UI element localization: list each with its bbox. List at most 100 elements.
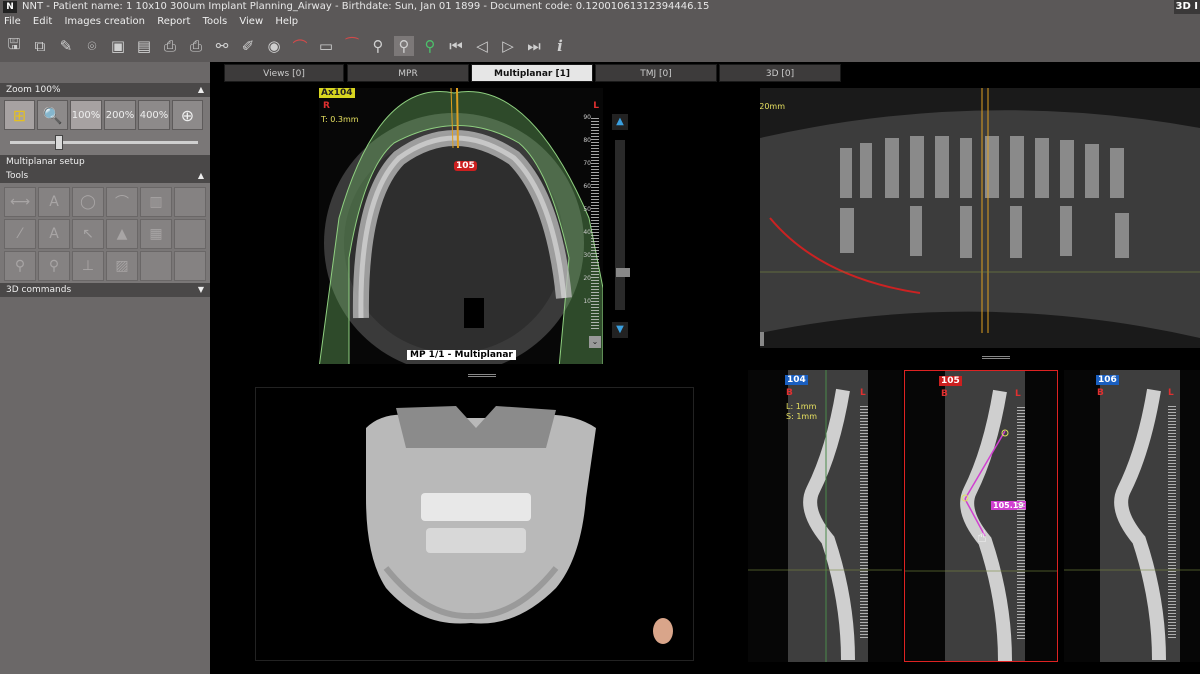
pano-prev-button[interactable]: ◀ (760, 332, 764, 346)
splitter-handle[interactable] (982, 356, 1010, 359)
cs-badge-104[interactable]: 104 (785, 375, 808, 385)
save-as-icon[interactable]: ⧉ (30, 36, 50, 56)
pin-tool-icon[interactable]: ⊥ (72, 251, 104, 281)
profile-tool-icon[interactable]: ▦ (140, 219, 172, 249)
menu-bar: File Edit Images creation Report Tools V… (0, 14, 1200, 30)
view-tabs: Views [0] MPR Multiplanar [1] TMJ [0] 3D… (210, 62, 1200, 82)
menu-file[interactable]: File (4, 16, 21, 27)
camera-icon[interactable]: ⌾ (82, 36, 102, 56)
save-icon[interactable]: 🖫 (4, 35, 24, 56)
axial-slice-badge[interactable]: 105 (454, 161, 477, 171)
implant-icon[interactable]: ⚲ (368, 36, 388, 56)
density-tool-icon[interactable]: ▥ (140, 187, 172, 217)
zoom-slider-thumb[interactable] (55, 135, 63, 150)
3d-render-view[interactable] (255, 387, 694, 661)
axial-slice-tag: Ax104 (319, 88, 355, 98)
ruler-icon[interactable]: ▭ (316, 36, 336, 56)
tools-icon[interactable]: ✎ (56, 36, 76, 56)
print-preview-icon[interactable]: ⎙ (160, 36, 180, 56)
panoramic-ct-image (760, 88, 1200, 348)
tools-header-label: Tools (6, 171, 29, 181)
curve-icon[interactable]: ⌒ (290, 36, 310, 56)
zoom-slider[interactable] (0, 131, 210, 155)
measure-distance-icon[interactable]: ⟷ (4, 187, 36, 217)
line-tool-icon[interactable]: ⁄ (4, 219, 36, 249)
expand-arrow-icon[interactable]: ▼ (198, 283, 204, 297)
slice-scrollbar-track[interactable] (615, 140, 630, 310)
tab-3d[interactable]: 3D [0] (719, 64, 841, 82)
curve-tool-icon[interactable]: ⌒ (106, 187, 138, 217)
last-frame-icon[interactable]: ⏭ (524, 36, 544, 56)
pointer-tool-icon[interactable]: ↖ (72, 219, 104, 249)
axial-view[interactable]: Ax104 R L T: 0.3mm 105 90 80 70 60 50 40… (319, 88, 603, 364)
fit-to-window-button[interactable]: ⊞ (4, 100, 35, 130)
collapse-arrow-icon[interactable]: ▲ (198, 169, 204, 183)
report-icon[interactable]: ▤ (134, 36, 154, 56)
cross-section-104[interactable]: 104 B L L: 1mm S: 1mm (748, 370, 902, 662)
zoom-section-header[interactable]: Zoom 100% ▲ (0, 83, 210, 97)
tab-views[interactable]: Views [0] (224, 64, 344, 82)
label-tool-icon[interactable]: A (38, 219, 70, 249)
ruler-tick: 80 (583, 137, 591, 144)
axial-caption: MP 1/1 - Multiplanar (407, 350, 516, 360)
cs-ruler (860, 406, 868, 638)
cs-badge-105[interactable]: 105 (939, 376, 962, 386)
scroll-up-icon[interactable]: ▲ (612, 114, 628, 130)
axial-menu-button[interactable]: ⌄ (589, 336, 601, 348)
tools-section-header[interactable]: Tools ▲ (0, 169, 210, 183)
ruler-tick: 50 (583, 206, 591, 213)
slice-scrollbar-thumb[interactable] (616, 268, 630, 277)
menu-report[interactable]: Report (157, 16, 190, 27)
prev-frame-icon[interactable]: ◁ (472, 36, 492, 56)
cross-section-106[interactable]: 106 B L (1064, 370, 1200, 662)
menu-view[interactable]: View (239, 16, 263, 27)
zoom-buttons: ⊞ 🔍 100% 200% 400% ⊕ (0, 97, 210, 131)
play-icon[interactable]: ▷ (498, 36, 518, 56)
menu-help[interactable]: Help (275, 16, 298, 27)
app-logo-icon: N (3, 1, 17, 13)
zoom-100-button[interactable]: 100% (70, 100, 102, 130)
nerve-icon[interactable]: ⁀ (342, 36, 362, 56)
cs-badge-106[interactable]: 106 (1096, 375, 1119, 385)
magnifier-button[interactable]: 🔍 (37, 100, 68, 130)
histogram-tool-icon[interactable]: ▲ (106, 219, 138, 249)
zoom-200-button[interactable]: 200% (104, 100, 136, 130)
orientation-head-icon[interactable] (653, 618, 673, 644)
panoramic-view[interactable]: R T: 20mm ◀ (760, 88, 1200, 348)
3d-commands-header[interactable]: 3D commands ▼ (0, 283, 210, 297)
tab-mpr[interactable]: MPR (347, 64, 469, 82)
slice-scrollbar[interactable]: ▲ ▼ (612, 114, 630, 342)
menu-edit[interactable]: Edit (33, 16, 52, 27)
pano-thickness: T: 20mm (760, 102, 786, 111)
scroll-down-icon[interactable]: ▼ (612, 322, 628, 338)
cs-lingual-marker: L (1015, 389, 1021, 399)
implant-tool-icon[interactable]: ⚲ (4, 251, 36, 281)
share-icon[interactable]: ⚯ (212, 36, 232, 56)
tab-tmj[interactable]: TMJ [0] (595, 64, 717, 82)
first-frame-icon[interactable]: ⏮ (446, 36, 466, 56)
abutment-tool-icon[interactable]: ⚲ (38, 251, 70, 281)
annotation-icon[interactable]: ✐ (238, 36, 258, 56)
export-icon[interactable]: ▣ (108, 36, 128, 56)
print-icon[interactable]: ⎙ (186, 36, 206, 56)
circle-tool-icon[interactable]: ◯ (72, 187, 104, 217)
splitter-handle[interactable] (468, 374, 496, 377)
visibility-icon[interactable]: ◉ (264, 36, 284, 56)
zoom-tool-button[interactable]: ⊕ (172, 100, 203, 130)
empty-tool-slot (174, 187, 206, 217)
title-bar: N NNT - Patient name: 1 10x10 300um Impl… (0, 0, 1200, 14)
cross-section-105[interactable]: 105 B L 105.19 ☝ (904, 370, 1058, 662)
implant-active-icon[interactable]: ⚲ (394, 36, 414, 56)
3d-skull-render (366, 406, 596, 624)
tab-multiplanar[interactable]: Multiplanar [1] (471, 64, 593, 82)
menu-images-creation[interactable]: Images creation (64, 16, 145, 27)
menu-tools[interactable]: Tools (203, 16, 228, 27)
collapse-arrow-icon[interactable]: ▲ (198, 83, 204, 97)
panel-spacer (0, 62, 210, 83)
crown-tool-icon[interactable]: ▨ (106, 251, 138, 281)
implant-add-icon[interactable]: ⚲ (420, 36, 440, 56)
text-tool-icon[interactable]: A (38, 187, 70, 217)
zoom-400-button[interactable]: 400% (138, 100, 170, 130)
info-icon[interactable]: i (550, 36, 570, 56)
multiplanar-setup-header[interactable]: Multiplanar setup (0, 155, 210, 169)
